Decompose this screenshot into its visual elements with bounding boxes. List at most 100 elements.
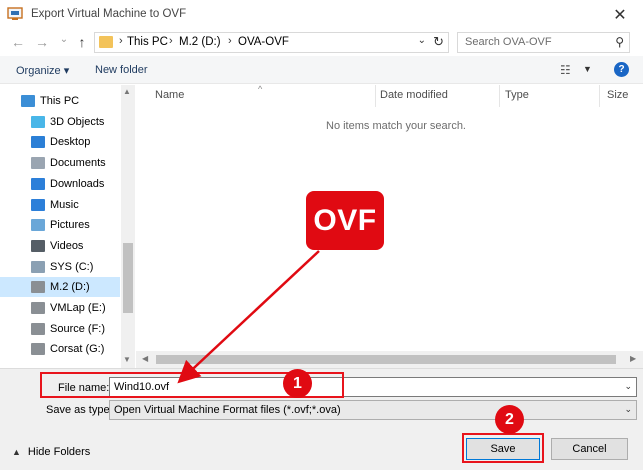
scrollbar-thumb[interactable] — [123, 243, 133, 313]
cancel-button[interactable]: Cancel — [551, 438, 628, 460]
sidebar-item-downloads[interactable]: Downloads — [0, 174, 120, 194]
sidebar-item-label: This PC — [40, 95, 80, 107]
sidebar-item-label: Downloads — [50, 177, 105, 190]
step-badge-2: 2 — [495, 405, 524, 434]
back-arrow-icon[interactable]: ← — [10, 34, 26, 50]
drive-icon — [31, 302, 45, 314]
view-dropdown-icon[interactable]: ▼ — [583, 64, 592, 74]
sidebar-item-desktop[interactable]: Desktop — [0, 132, 120, 152]
breadcrumb-separator-icon: › — [169, 35, 173, 47]
sidebar-item-label: Source (F:) — [50, 322, 106, 335]
navigation-pane: This PC 3D Objects Desktop Documents Downloa… — [0, 85, 136, 368]
column-header-type[interactable]: Type — [505, 89, 529, 109]
address-dropdown-icon[interactable]: ⌄ — [418, 35, 426, 46]
ovf-callout-label: OVF — [306, 191, 384, 250]
file-name-dropdown-icon[interactable]: ⌄ — [624, 381, 632, 392]
sidebar-item-label: Music — [50, 198, 79, 211]
desktop-icon — [31, 136, 45, 149]
search-input[interactable]: Search OVA-OVF — [465, 36, 552, 48]
view-options-icon[interactable]: ☷ — [560, 63, 571, 77]
sidebar-item-label: Pictures — [50, 219, 90, 232]
hide-folders-toggle[interactable]: ▲ Hide Folders — [12, 446, 90, 458]
drive-icon — [31, 343, 45, 356]
scroll-down-icon[interactable]: ▼ — [123, 355, 131, 364]
forward-arrow-icon[interactable]: → — [34, 34, 50, 50]
download-icon — [31, 177, 45, 190]
video-icon — [31, 239, 45, 252]
sidebar-item-videos[interactable]: Videos — [0, 236, 120, 256]
empty-folder-message: No items match your search. — [326, 120, 466, 132]
step-badge-1: 1 — [283, 369, 312, 398]
sidebar-item-label: VMLap (E:) — [50, 302, 106, 314]
column-divider[interactable] — [499, 85, 500, 107]
sidebar-item-label: 3D Objects — [50, 115, 105, 128]
help-icon[interactable]: ? — [614, 62, 629, 77]
save-as-type-dropdown-icon[interactable]: ⌄ — [624, 404, 632, 415]
search-box[interactable]: Search OVA-OVF ⚲ — [457, 32, 630, 53]
breadcrumb-separator-icon: › — [228, 35, 232, 47]
column-header-size[interactable]: Size — [607, 89, 628, 109]
organize-button[interactable]: Organize ▾ — [16, 64, 69, 77]
sidebar-item-pictures[interactable]: Pictures — [0, 215, 120, 235]
folder-icon — [99, 36, 113, 48]
refresh-icon[interactable]: ↻ — [433, 34, 444, 50]
scroll-left-icon[interactable]: ◀ — [142, 354, 148, 363]
save-as-type-value: Open Virtual Machine Format files (*.ovf… — [114, 404, 341, 416]
scrollbar-thumb[interactable] — [156, 355, 616, 364]
title-bar: Export Virtual Machine to OVF ✕ — [0, 0, 643, 30]
sidebar-item-m2-d[interactable]: M.2 (D:) — [0, 277, 120, 298]
save-button-highlight-box — [462, 433, 544, 463]
command-toolbar: Organize ▾ New folder ☷ ▼ ? — [0, 56, 643, 84]
sidebar-item-documents[interactable]: Documents — [0, 153, 120, 173]
sidebar-item-label: Videos — [50, 239, 84, 252]
close-button[interactable]: ✕ — [597, 0, 643, 30]
document-icon — [31, 157, 45, 170]
chevron-up-icon: ▲ — [12, 447, 21, 457]
sidebar-item-3d-objects[interactable]: 3D Objects — [0, 112, 120, 132]
sidebar-item-corsat-g[interactable]: Corsat (G:) — [0, 339, 120, 359]
sidebar-item-this-pc[interactable]: This PC — [0, 91, 120, 111]
navigation-pane-scrollbar[interactable]: ▲ ▼ — [121, 85, 135, 368]
window-title: Export Virtual Machine to OVF — [31, 8, 187, 20]
search-icon: ⚲ — [615, 35, 624, 49]
sidebar-item-sys-c[interactable]: SYS (C:) — [0, 257, 120, 277]
computer-icon — [21, 95, 35, 107]
column-header-name[interactable]: Name — [155, 89, 184, 109]
up-arrow-icon[interactable]: ↑ — [74, 34, 90, 50]
sidebar-item-label: M.2 (D:) — [50, 281, 90, 294]
breadcrumb-separator-icon: › — [119, 35, 123, 47]
music-icon — [31, 198, 45, 211]
scroll-right-icon[interactable]: ▶ — [630, 354, 636, 363]
new-folder-button[interactable]: New folder — [95, 64, 148, 76]
drive-icon — [31, 281, 45, 294]
sidebar-item-label: Documents — [50, 157, 106, 170]
sidebar-item-label: Corsat (G:) — [50, 343, 105, 356]
save-as-type-label: Save as type: — [46, 404, 113, 416]
column-divider[interactable] — [599, 85, 600, 107]
file-list-horizontal-scrollbar[interactable]: ◀ ▶ — [136, 351, 643, 368]
column-divider[interactable] — [375, 85, 376, 107]
save-as-type-select[interactable]: Open Virtual Machine Format files (*.ovf… — [109, 400, 637, 420]
address-bar[interactable]: › This PC › M.2 (D:) › OVA-OVF ⌄ ↻ — [94, 32, 449, 53]
sidebar-item-source-f[interactable]: Source (F:) — [0, 319, 120, 339]
cube-icon — [31, 115, 45, 128]
recent-locations-chevron-icon[interactable]: ⌄ — [56, 32, 72, 48]
sidebar-item-label: Desktop — [50, 136, 91, 149]
scroll-up-icon[interactable]: ▲ — [123, 87, 131, 96]
sidebar-item-label: SYS (C:) — [50, 260, 94, 273]
sidebar-item-vmlap-e[interactable]: VMLap (E:) — [0, 298, 120, 318]
breadcrumb-drive[interactable]: M.2 (D:) — [179, 36, 221, 48]
drive-icon — [31, 260, 45, 273]
file-list: ^ Name Date modified Type Size No items … — [136, 84, 643, 368]
virtualbox-app-icon — [7, 7, 23, 20]
sort-ascending-icon: ^ — [258, 84, 263, 94]
sidebar-item-music[interactable]: Music — [0, 195, 120, 215]
drive-icon — [31, 322, 45, 335]
hide-folders-label: Hide Folders — [27, 446, 91, 458]
navigation-bar: ← → ⌄ ↑ › This PC › M.2 (D:) › OVA-OVF ⌄… — [0, 30, 643, 56]
breadcrumb-this-pc[interactable]: This PC — [127, 36, 168, 48]
pictures-icon — [31, 219, 45, 232]
column-header-date-modified[interactable]: Date modified — [380, 89, 448, 109]
breadcrumb-folder[interactable]: OVA-OVF — [238, 36, 289, 48]
close-icon: ✕ — [613, 7, 627, 24]
